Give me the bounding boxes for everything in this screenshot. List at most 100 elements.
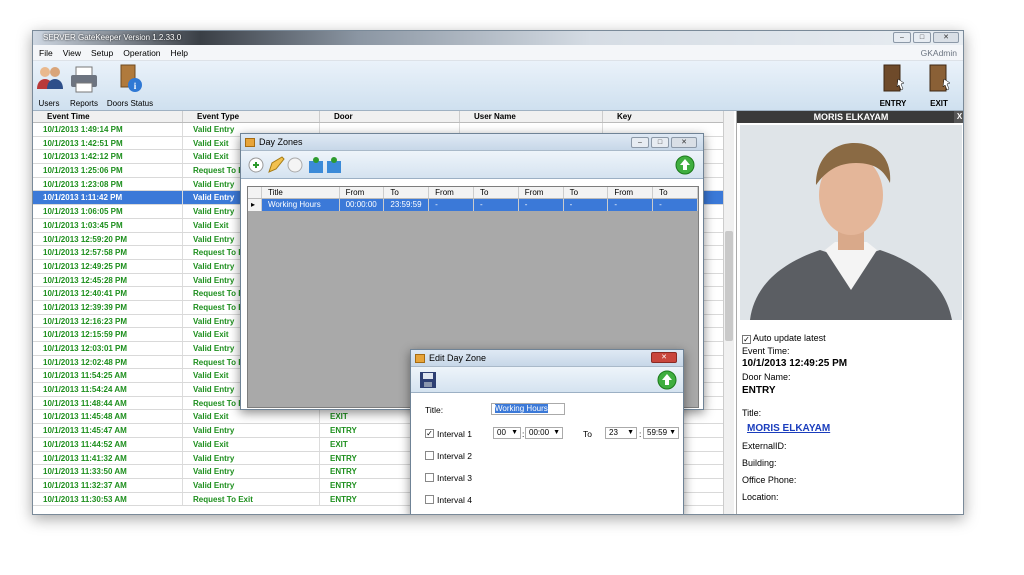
save-icon[interactable] <box>419 371 437 389</box>
zone-title-input[interactable]: Working Hours <box>491 403 565 415</box>
table-cell[interactable]: 10/1/2013 12:16:23 PM <box>33 314 183 328</box>
dz-cell-to4[interactable]: - <box>653 199 698 211</box>
menu-operation[interactable]: Operation <box>123 48 160 58</box>
interval3-checkbox[interactable] <box>425 473 434 482</box>
table-cell[interactable]: 10/1/2013 11:54:24 AM <box>33 383 183 396</box>
close-button[interactable]: ✕ <box>933 32 959 43</box>
dz-cell-to2[interactable]: - <box>474 199 519 211</box>
panel-close-button[interactable]: X <box>954 111 963 123</box>
menu-file[interactable]: File <box>39 48 53 58</box>
dz-maximize-button[interactable]: □ <box>651 137 669 148</box>
col-key[interactable]: Key <box>603 111 728 122</box>
reports-button[interactable]: Reports <box>67 63 101 108</box>
table-cell[interactable]: 10/1/2013 11:48:44 AM <box>33 396 183 410</box>
table-cell[interactable]: Valid Entry <box>183 465 320 478</box>
from-min-select[interactable]: 00:00 ▼ <box>525 427 563 439</box>
table-cell[interactable]: 10/1/2013 12:57:58 PM <box>33 246 183 259</box>
table-cell[interactable]: Valid Exit <box>183 410 320 424</box>
interval4-checkbox[interactable] <box>425 495 434 504</box>
day-zones-titlebar[interactable]: Day Zones – □ ✕ <box>241 134 703 151</box>
table-cell[interactable]: 10/1/2013 11:32:37 AM <box>33 478 183 492</box>
scroll-thumb[interactable] <box>725 231 733 341</box>
office-phone-label: Office Phone: <box>742 475 797 485</box>
table-cell[interactable]: 10/1/2013 1:11:42 PM <box>33 191 183 205</box>
table-cell[interactable]: 10/1/2013 1:49:14 PM <box>33 123 183 136</box>
dz-cell-title[interactable]: Working Hours <box>262 199 340 211</box>
table-cell[interactable]: 10/1/2013 12:45:28 PM <box>33 273 183 287</box>
dz-cell-from2[interactable]: - <box>429 199 474 211</box>
dz-col-from1[interactable]: From <box>340 187 385 198</box>
interval2-checkbox[interactable] <box>425 451 434 460</box>
table-cell[interactable]: 10/1/2013 11:44:52 AM <box>33 437 183 451</box>
dz-col-to2[interactable]: To <box>474 187 519 198</box>
dz-table-row[interactable]: ▸ Working Hours 00:00:00 23:59:59 - - - … <box>248 199 698 211</box>
panel-header: MORIS ELKAYAM X <box>737 111 963 123</box>
to-min-select[interactable]: 59:59 ▼ <box>643 427 679 439</box>
users-button[interactable]: Users <box>35 63 63 108</box>
dz-col-from4[interactable]: From <box>608 187 654 198</box>
to-hour-select[interactable]: 23 ▼ <box>605 427 637 439</box>
col-user-name[interactable]: User Name <box>460 111 603 122</box>
auto-update-row[interactable]: ✓ Auto update latest <box>742 333 826 344</box>
table-cell[interactable]: 10/1/2013 12:59:20 PM <box>33 232 183 246</box>
edit-day-zone-titlebar[interactable]: Edit Day Zone ✕ <box>411 350 683 367</box>
table-cell[interactable]: Valid Entry <box>183 478 320 492</box>
table-cell[interactable]: 10/1/2013 1:06:05 PM <box>33 205 183 218</box>
minimize-button[interactable]: – <box>893 32 911 43</box>
table-cell[interactable]: 10/1/2013 1:42:12 PM <box>33 150 183 164</box>
table-cell[interactable]: 10/1/2013 11:30:53 AM <box>33 492 183 506</box>
table-cell[interactable]: 10/1/2013 1:42:51 PM <box>33 136 183 150</box>
dz-minimize-button[interactable]: – <box>631 137 649 148</box>
table-cell[interactable]: 10/1/2013 12:39:39 PM <box>33 300 183 314</box>
interval1-checkbox[interactable]: ✓ <box>425 429 434 438</box>
user-photo <box>740 125 962 320</box>
table-cell[interactable]: 10/1/2013 1:23:08 PM <box>33 177 183 191</box>
table-cell[interactable]: 10/1/2013 11:54:25 AM <box>33 369 183 383</box>
dz-col-title[interactable]: Title <box>262 187 340 198</box>
dz-cell-from3[interactable]: - <box>519 199 564 211</box>
dz-col-to3[interactable]: To <box>564 187 609 198</box>
from-hour-select[interactable]: 00 ▼ <box>493 427 521 439</box>
table-cell[interactable]: 10/1/2013 1:03:45 PM <box>33 218 183 232</box>
title-value-link[interactable]: MORIS ELKAYAM <box>747 423 830 434</box>
table-cell[interactable]: 10/1/2013 1:25:06 PM <box>33 164 183 177</box>
doors-status-button[interactable]: i Doors Status <box>105 63 155 108</box>
table-cell[interactable]: 10/1/2013 12:15:59 PM <box>33 328 183 341</box>
dz-col-from3[interactable]: From <box>519 187 564 198</box>
maximize-button[interactable]: □ <box>913 32 931 43</box>
auto-update-checkbox[interactable]: ✓ <box>742 335 751 344</box>
exit-button[interactable]: EXIT <box>917 63 961 108</box>
table-cell[interactable]: 10/1/2013 11:45:48 AM <box>33 410 183 424</box>
title-bar[interactable]: SERVER GateKeeper Version 1.2.33.0 – □ ✕ <box>33 31 963 45</box>
menu-setup[interactable]: Setup <box>91 48 113 58</box>
table-cell[interactable]: 10/1/2013 12:02:48 PM <box>33 355 183 369</box>
table-cell[interactable]: Request To Exit <box>183 492 320 506</box>
grid-scrollbar[interactable] <box>723 111 734 514</box>
col-event-time[interactable]: Event Time <box>33 111 183 122</box>
table-cell[interactable]: Valid Entry <box>183 424 320 437</box>
refresh-icon[interactable] <box>657 370 677 390</box>
dz-cell-from1[interactable]: 00:00:00 <box>340 199 385 211</box>
menu-help[interactable]: Help <box>171 48 188 58</box>
dz-col-to4[interactable]: To <box>653 187 698 198</box>
table-cell[interactable]: 10/1/2013 11:45:47 AM <box>33 424 183 437</box>
dz-col-to1[interactable]: To <box>384 187 430 198</box>
table-cell[interactable]: Valid Entry <box>183 451 320 465</box>
refresh-icon[interactable] <box>675 155 695 175</box>
table-cell[interactable]: 10/1/2013 12:40:41 PM <box>33 287 183 300</box>
entry-button[interactable]: ENTRY <box>871 63 915 108</box>
dz-col-from2[interactable]: From <box>429 187 474 198</box>
col-door[interactable]: Door <box>320 111 460 122</box>
table-cell[interactable]: 10/1/2013 12:49:25 PM <box>33 259 183 273</box>
dz-cell-to3[interactable]: - <box>564 199 609 211</box>
dz-cell-to1[interactable]: 23:59:59 <box>384 199 430 211</box>
table-cell[interactable]: 10/1/2013 12:03:01 PM <box>33 342 183 355</box>
dz-cell-from4[interactable]: - <box>608 199 654 211</box>
edit-close-button[interactable]: ✕ <box>651 352 677 363</box>
col-event-type[interactable]: Event Type <box>183 111 320 122</box>
table-cell[interactable]: 10/1/2013 11:33:50 AM <box>33 465 183 478</box>
menu-view[interactable]: View <box>63 48 81 58</box>
table-cell[interactable]: 10/1/2013 11:41:32 AM <box>33 451 183 465</box>
dz-close-button[interactable]: ✕ <box>671 137 697 148</box>
table-cell[interactable]: Valid Exit <box>183 437 320 451</box>
